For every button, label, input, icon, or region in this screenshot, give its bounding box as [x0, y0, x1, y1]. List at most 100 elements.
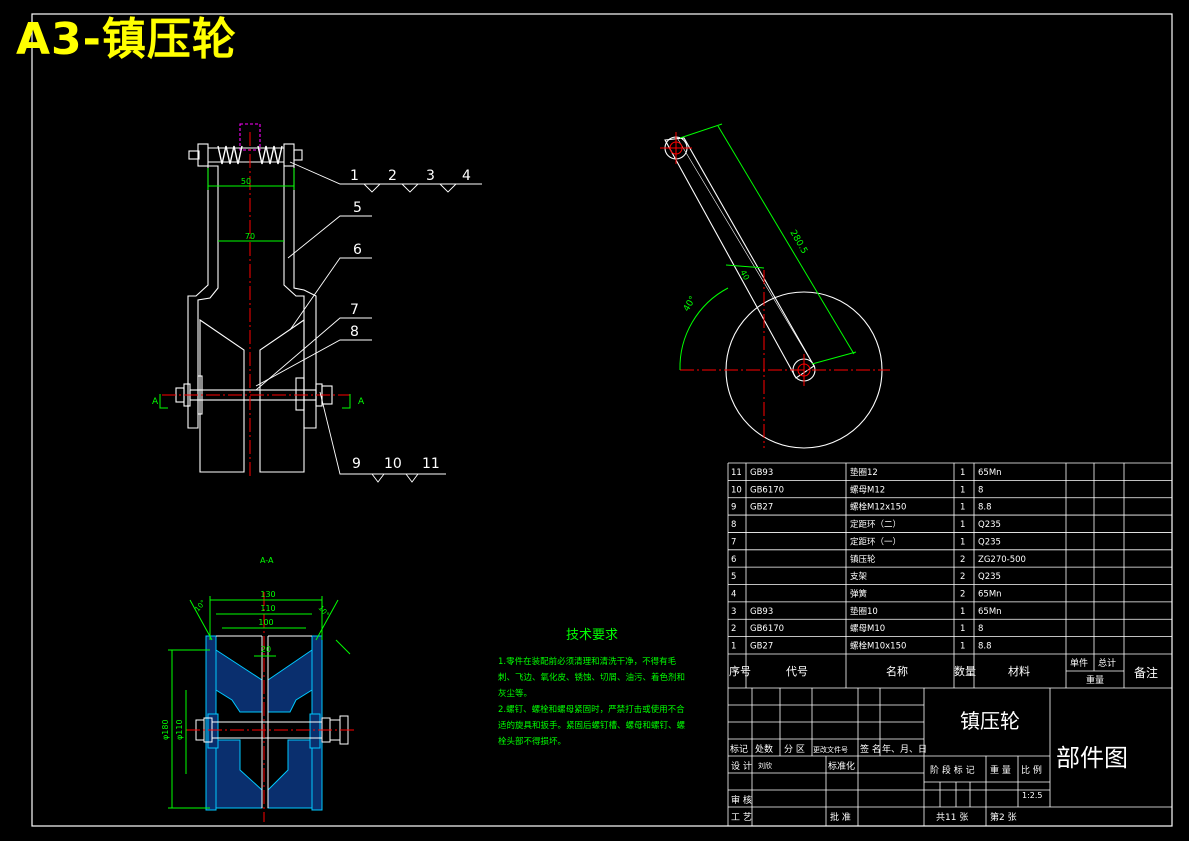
balloon-5: 5 — [353, 200, 362, 216]
bom-header-remark: 备注 — [1134, 665, 1158, 680]
rev-header: 签 名 — [860, 743, 881, 755]
bom-cell-no: 8 — [731, 520, 736, 530]
bom-cell-mat: 8 — [978, 624, 983, 634]
bom-cell-mat: Q235 — [978, 572, 1001, 582]
dim-dia-outer: φ180 — [161, 719, 170, 740]
bom-cell-no: 5 — [731, 572, 736, 582]
balloon-9: 9 — [352, 456, 361, 472]
bom-cell-code: GB27 — [750, 642, 773, 652]
bom-cell-name: 弹簧 — [850, 589, 868, 600]
balloon-6: 6 — [353, 242, 362, 258]
drawing-type: 部件图 — [1056, 744, 1128, 772]
bom-cell-code: GB27 — [750, 503, 773, 513]
dim-inner: 100 — [258, 618, 273, 627]
section-mark-left: A — [152, 397, 159, 407]
scale-label: 比 例 — [1021, 764, 1042, 776]
rev-header: 标记 — [730, 743, 748, 755]
review-label: 审 核 — [731, 794, 752, 806]
bom-cell-mat: Q235 — [978, 520, 1001, 530]
bom-cell-no: 2 — [731, 624, 736, 634]
balloon-8: 8 — [350, 324, 359, 340]
bom-cell-name: 定距环（一） — [850, 536, 901, 547]
bom-cell-qty: 1 — [960, 642, 965, 652]
dim-top-width: 50 — [241, 177, 251, 186]
bom-header-total: 总计 — [1098, 657, 1116, 669]
bom-cell-no: 6 — [731, 555, 736, 565]
bom-cell-mat: 8.8 — [978, 642, 992, 652]
balloon-1: 1 — [350, 168, 359, 184]
bom-cell-qty: 1 — [960, 468, 965, 478]
bom-header-mat: 材料 — [1008, 664, 1030, 678]
section-mark-right: A — [358, 397, 365, 407]
balloon-3: 3 — [426, 168, 435, 184]
bom-cell-qty: 1 — [960, 624, 965, 634]
bom-cell-mat: 65Mn — [978, 590, 1002, 600]
balloon-2: 2 — [388, 168, 397, 184]
bom-row: 11 GB93 垫圈12 1 65Mn — [731, 467, 1002, 478]
bom-cell-qty: 1 — [960, 485, 965, 495]
bom-cell-mat: 65Mn — [978, 468, 1002, 478]
dim-dia-inner: φ110 — [175, 719, 184, 740]
section-label: A-A — [260, 556, 274, 565]
bom-cell-mat: Q235 — [978, 537, 1001, 547]
bom-cell-no: 4 — [731, 590, 736, 600]
bom-header-code: 代号 — [786, 665, 808, 678]
bom-cell-qty: 1 — [960, 503, 965, 513]
bom-header-no: 序号 — [729, 664, 751, 678]
bom-cell-no: 11 — [731, 468, 742, 478]
scale-value: 1:2.5 — [1022, 791, 1043, 800]
design-label: 设 计 — [731, 760, 752, 772]
weight-label: 重 量 — [990, 764, 1011, 776]
dim-overall: 130 — [260, 590, 275, 599]
bom-cell-no: 9 — [731, 503, 736, 513]
standard-label: 标准化 — [828, 760, 855, 772]
bom-cell-name: 镇压轮 — [850, 554, 876, 565]
stage-label: 阶 段 标 记 — [930, 764, 975, 776]
part-name: 镇压轮 — [960, 709, 1020, 733]
bom-header-name: 名称 — [886, 664, 908, 678]
bom-cell-no: 7 — [731, 537, 736, 547]
bom-cell-mat: 8 — [978, 485, 983, 495]
sheet-no: 第2 张 — [990, 811, 1017, 823]
sheets-total: 共11 张 — [936, 812, 968, 823]
tech-line: 栓头部不得损坏。 — [498, 736, 566, 747]
bom-header-qty: 数量 — [954, 665, 976, 678]
tech-line: 灰尘等。 — [498, 688, 532, 699]
bom-cell-no: 3 — [731, 607, 736, 617]
rev-header: 分 区 — [784, 744, 805, 755]
rev-header: 处数 — [755, 743, 773, 755]
tech-line: 适的旋具和扳手。紧固后螺钉槽、螺母和螺钉、螺 — [498, 720, 686, 731]
bom-cell-name: 定距环（二） — [850, 519, 901, 530]
bom-cell-name: 螺母M10 — [850, 623, 885, 634]
drawing-title: A3-镇压轮 — [16, 14, 237, 65]
tech-line: 1.零件在装配前必须清理和清洗干净，不得有毛 — [498, 656, 677, 667]
balloon-11: 11 — [422, 456, 440, 472]
bom-cell-code: GB93 — [750, 607, 773, 617]
bom-cell-no: 1 — [731, 642, 736, 652]
bom-cell-qty: 1 — [960, 607, 965, 617]
balloon-7: 7 — [350, 302, 359, 318]
bom-cell-no: 10 — [731, 485, 742, 495]
bom-cell-name: 螺栓M12x150 — [850, 502, 906, 513]
tech-line: 刺、飞边、氧化皮、锈蚀、切屑、油污、着色剂和 — [498, 672, 685, 683]
approve-label: 批 准 — [830, 811, 851, 823]
bom-cell-qty: 2 — [960, 590, 965, 600]
bom-cell-mat: 8.8 — [978, 503, 992, 513]
rev-header: 年、月、日 — [882, 743, 927, 755]
bom-cell-code: GB6170 — [750, 485, 784, 495]
bom-cell-name: 支架 — [850, 571, 868, 582]
bom-cell-qty: 2 — [960, 572, 965, 582]
bom-cell-code: GB6170 — [750, 624, 784, 634]
dim-hub: 20 — [261, 645, 271, 654]
bom-cell-code: GB93 — [750, 468, 773, 478]
bom-cell-mat: 65Mn — [978, 607, 1002, 617]
tech-heading: 技术要求 — [566, 628, 618, 643]
design-signature: 刘欣 — [758, 761, 772, 770]
bom-cell-name: 螺母M12 — [850, 484, 885, 495]
bom-cell-name: 螺栓M10x150 — [850, 641, 906, 652]
drawing-sheet: 50 70 A A 1 2 3 4 5 6 7 8 9 10 11 280.5 … — [0, 0, 1189, 841]
bom-cell-qty: 2 — [960, 555, 965, 565]
bom-cell-name: 垫圈12 — [850, 467, 878, 478]
bom-cell-qty: 1 — [960, 520, 965, 530]
balloon-10: 10 — [384, 456, 402, 472]
